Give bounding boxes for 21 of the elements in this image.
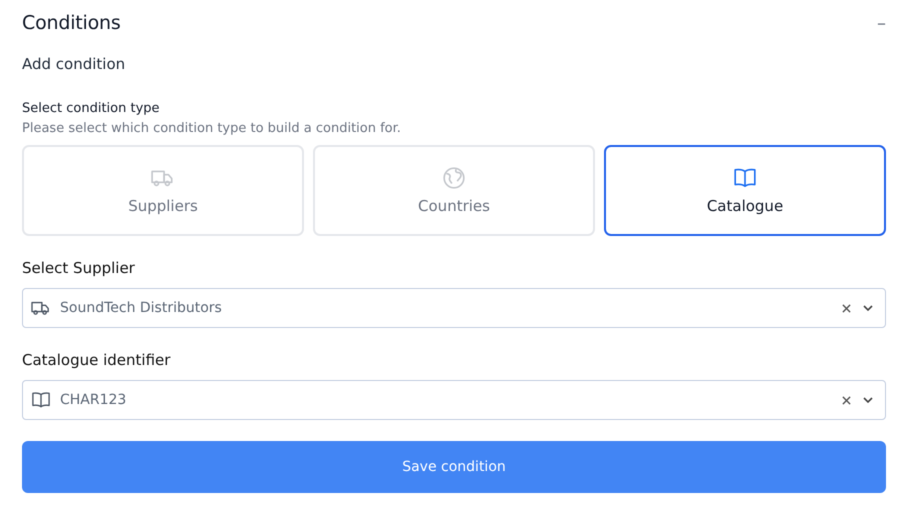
section-title: Conditions (22, 12, 121, 34)
clear-icon[interactable] (842, 396, 851, 404)
clear-icon[interactable] (842, 304, 851, 312)
truck-icon (31, 299, 51, 317)
book-icon (733, 166, 757, 188)
type-option-card[interactable]: Catalogue (604, 145, 886, 236)
chevron-down-icon[interactable] (863, 305, 873, 311)
type-option-card[interactable]: Countries (313, 145, 595, 236)
globe-icon (442, 166, 466, 188)
field-label: Select Supplier (22, 259, 136, 277)
type-option-card[interactable]: Suppliers (22, 145, 304, 236)
collapse-button[interactable]: – (877, 12, 886, 34)
field-label: Select condition type (22, 101, 161, 116)
select-field[interactable]: SoundTech Distributors (22, 288, 886, 328)
subtitle: Add condition (22, 55, 126, 73)
field-label: Catalogue identifier (22, 351, 172, 369)
save-button[interactable]: Save condition (22, 441, 886, 493)
hint-text: Please select which condition type to build a condition for. (22, 121, 402, 136)
select-field[interactable]: CHAR123 (22, 380, 886, 420)
chevron-down-icon[interactable] (863, 397, 873, 403)
book-icon (31, 391, 51, 409)
